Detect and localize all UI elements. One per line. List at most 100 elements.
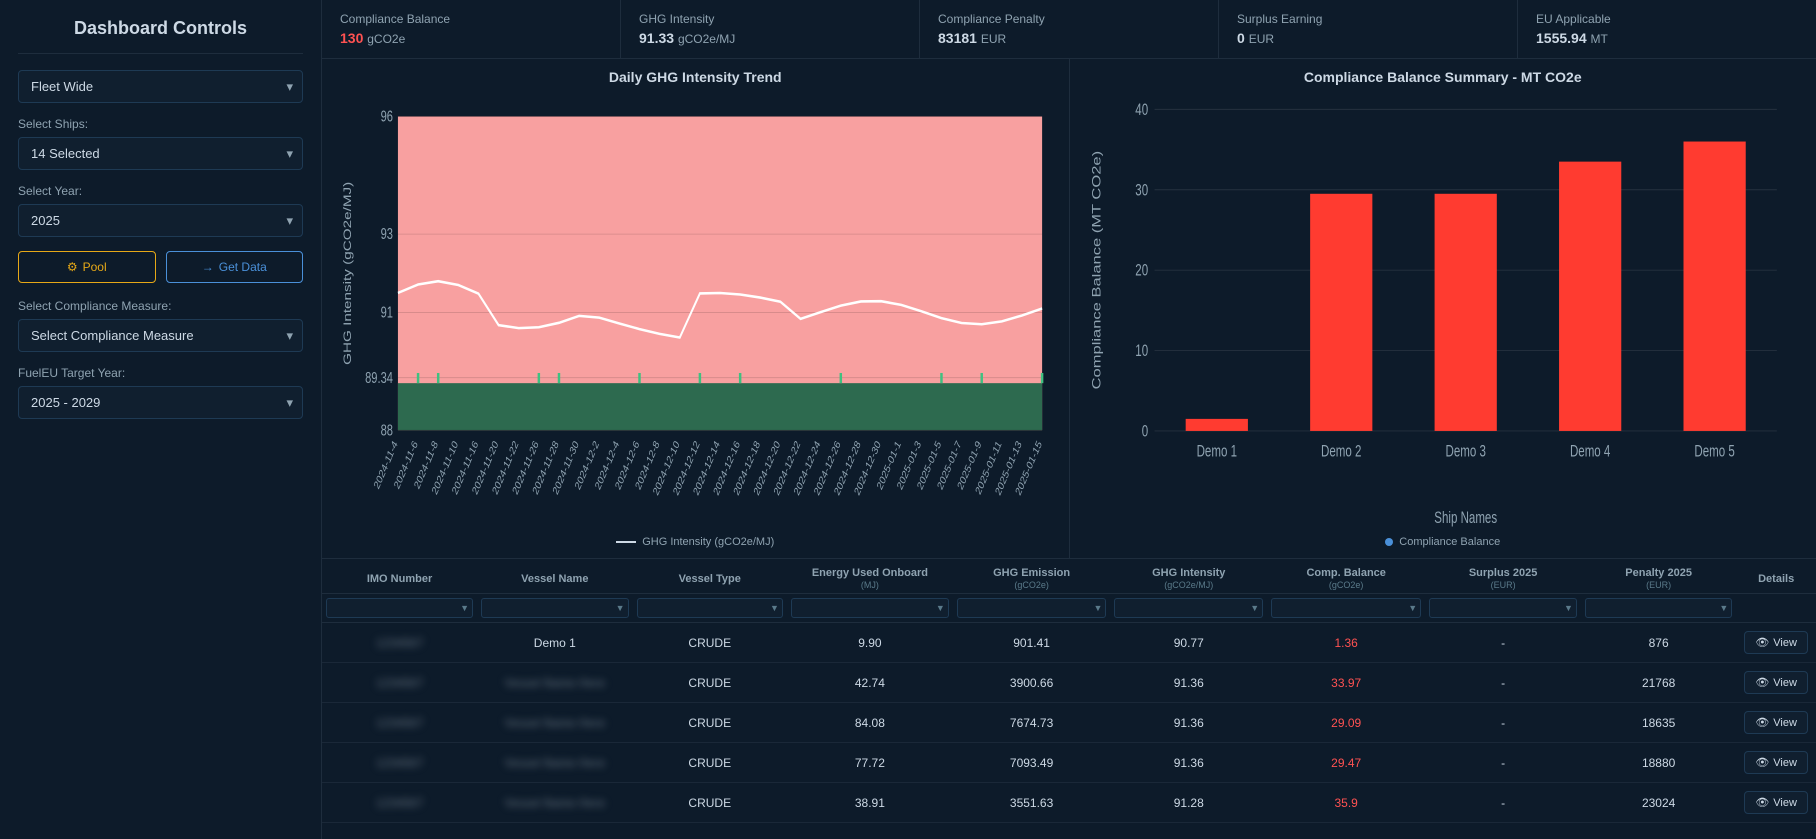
getdata-button[interactable]: → Get Data (166, 251, 304, 283)
year-select[interactable]: 2025 (18, 204, 303, 237)
kpi-number-0: 130 (340, 30, 363, 46)
view-button-3[interactable]: 👁 View (1744, 751, 1808, 774)
kpi-value-3: 0 EUR (1237, 30, 1499, 46)
compliance-control: Select Compliance Measure: Select Compli… (18, 299, 303, 352)
table-row: 1234567Vessel Name HereCRUDE84.087674.73… (322, 703, 1816, 743)
getdata-label: Get Data (219, 260, 267, 274)
pool-button[interactable]: ⚙ Pool (18, 251, 156, 283)
kpi-title-3: Surplus Earning (1237, 12, 1499, 26)
filter-row: ▼▼▼▼▼▼▼▼▼ (322, 594, 1816, 623)
legend-line-icon (616, 541, 636, 543)
fueleu-select[interactable]: 2025 - 2029 (18, 386, 303, 419)
eye-icon-1: 👁 (1755, 676, 1769, 689)
fueleu-label: FuelEU Target Year: (18, 366, 303, 380)
gear-icon: ⚙ (67, 260, 78, 274)
kpi-title-4: EU Applicable (1536, 12, 1798, 26)
cell-4-8: 23024 (1581, 783, 1736, 823)
cell-4-0: 1234567 (322, 783, 477, 823)
filter-input-8[interactable] (1585, 598, 1732, 618)
filter-input-7[interactable] (1429, 598, 1577, 618)
kpi-card-2: Compliance Penalty83181 EUR (920, 0, 1219, 58)
view-cell-3: 👁 View (1736, 743, 1816, 783)
filter-icon-5: ▼ (1250, 603, 1259, 613)
ships-control: Select Ships: 14 Selected (18, 117, 303, 170)
ghg-legend-label: GHG Intensity (gCO2e/MJ) (642, 536, 774, 548)
view-cell-2: 👁 View (1736, 703, 1816, 743)
filter-cell-9 (1736, 594, 1816, 623)
view-button-2[interactable]: 👁 View (1744, 711, 1808, 734)
col-header-3: Energy Used Onboard(MJ) (787, 559, 953, 594)
svg-text:20: 20 (1135, 262, 1148, 281)
compliance-chart-area: 010203040Demo 1Demo 2Demo 3Demo 4Demo 5C… (1084, 91, 1803, 532)
kpi-unit-0: gCO2e (367, 32, 405, 46)
cell-3-2: CRUDE (633, 743, 787, 783)
col-header-1: Vessel Name (477, 559, 632, 594)
pool-label: Pool (83, 260, 107, 274)
kpi-value-4: 1555.94 MT (1536, 30, 1798, 46)
view-button-4[interactable]: 👁 View (1744, 791, 1808, 814)
ghg-chart-legend: GHG Intensity (gCO2e/MJ) (336, 536, 1055, 548)
svg-text:89.34: 89.34 (365, 369, 393, 386)
col-header-2: Vessel Type (633, 559, 787, 594)
kpi-row: Compliance Balance 130 gCO2e GHG Intensity… (322, 0, 1816, 59)
arrow-icon: → (202, 260, 214, 274)
svg-text:Demo 4: Demo 4 (1569, 443, 1609, 462)
filter-input-2[interactable] (637, 598, 783, 618)
kpi-title-0: Compliance Balance (340, 12, 602, 26)
filter-input-0[interactable] (326, 598, 473, 618)
cell-2-1: Vessel Name Here (477, 703, 632, 743)
filter-cell-0: ▼ (322, 594, 477, 623)
cell-4-6: 35.9 (1267, 783, 1425, 823)
cell-1-3: 42.74 (787, 663, 953, 703)
fleet-select[interactable]: Fleet Wide (18, 70, 303, 103)
eye-icon-0: 👁 (1755, 636, 1769, 649)
charts-row: Daily GHG Intensity Trend 96939189.3488G… (322, 59, 1816, 559)
view-cell-0: 👁 View (1736, 623, 1816, 663)
cell-3-7: - (1425, 743, 1581, 783)
filter-input-6[interactable] (1271, 598, 1421, 618)
kpi-unit-4: MT (1591, 32, 1608, 46)
ships-label: Select Ships: (18, 117, 303, 131)
cell-3-5: 91.36 (1110, 743, 1267, 783)
svg-text:Compliance Balance (MT CO2e): Compliance Balance (MT CO2e) (1090, 151, 1103, 389)
svg-text:30: 30 (1135, 181, 1148, 200)
kpi-card-3: Surplus Earning 0 EUR (1219, 0, 1518, 58)
filter-input-1[interactable] (481, 598, 628, 618)
cell-2-4: 7674.73 (953, 703, 1111, 743)
compliance-label: Select Compliance Measure: (18, 299, 303, 313)
compliance-select[interactable]: Select Compliance Measure (18, 319, 303, 352)
main-content: Compliance Balance 130 gCO2e GHG Intensity… (322, 0, 1816, 839)
filter-input-3[interactable] (791, 598, 949, 618)
cell-2-8: 18635 (1581, 703, 1736, 743)
col-header-6: Comp. Balance(gCO2e) (1267, 559, 1425, 594)
cell-0-8: 876 (1581, 623, 1736, 663)
svg-text:93: 93 (381, 225, 393, 242)
filter-cell-1: ▼ (477, 594, 632, 623)
kpi-title-1: GHG Intensity (639, 12, 901, 26)
cell-3-4: 7093.49 (953, 743, 1111, 783)
eye-icon-4: 👁 (1755, 796, 1769, 809)
cell-1-1: Vessel Name Here (477, 663, 632, 703)
svg-text:Demo 3: Demo 3 (1445, 443, 1485, 462)
data-table-section[interactable]: IMO NumberVessel NameVessel TypeEnergy U… (322, 559, 1816, 839)
view-button-1[interactable]: 👁 View (1744, 671, 1808, 694)
filter-icon-4: ▼ (1093, 603, 1102, 613)
table-header: IMO NumberVessel NameVessel TypeEnergy U… (322, 559, 1816, 594)
fleet-control: Fleet Wide (18, 70, 303, 103)
filter-icon-2: ▼ (770, 603, 779, 613)
cell-0-4: 901.41 (953, 623, 1111, 663)
filter-icon-3: ▼ (936, 603, 945, 613)
action-buttons: ⚙ Pool → Get Data (18, 251, 303, 283)
year-control: Select Year: 2025 (18, 184, 303, 237)
ghg-chart-title: Daily GHG Intensity Trend (336, 69, 1055, 85)
cell-1-6: 33.97 (1267, 663, 1425, 703)
filter-input-4[interactable] (957, 598, 1107, 618)
filter-icon-1: ▼ (616, 603, 625, 613)
svg-text:Ship Names: Ship Names (1434, 509, 1497, 528)
cell-3-8: 18880 (1581, 743, 1736, 783)
view-button-0[interactable]: 👁 View (1744, 631, 1808, 654)
ships-select[interactable]: 14 Selected (18, 137, 303, 170)
cell-1-7: - (1425, 663, 1581, 703)
filter-input-5[interactable] (1114, 598, 1263, 618)
kpi-value-2: 83181 EUR (938, 30, 1200, 46)
